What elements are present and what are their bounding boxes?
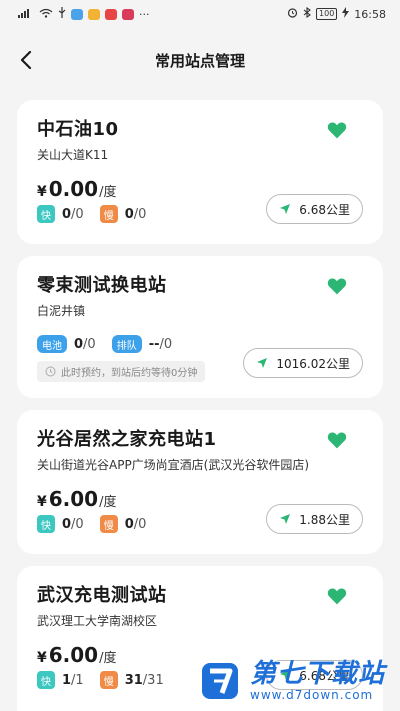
favorite-heart-icon[interactable] bbox=[327, 276, 347, 296]
queue-count: --/0 bbox=[148, 336, 173, 352]
bluetooth-icon bbox=[303, 6, 311, 21]
station-address: 武汉理工大学南湖校区 bbox=[37, 614, 158, 628]
price-currency: ¥ bbox=[37, 494, 47, 510]
page-title: 常用站点管理 bbox=[154, 51, 245, 70]
signal-icon bbox=[18, 8, 34, 21]
wifi-icon bbox=[39, 8, 53, 21]
battery-count: 0/0 bbox=[74, 336, 96, 352]
station-name: 光谷居然之家充电站1 bbox=[37, 429, 217, 450]
fast-charge-count: 1/1 bbox=[62, 672, 84, 688]
favorite-heart-icon[interactable] bbox=[327, 120, 347, 140]
slow-charge-tag: 慢 bbox=[99, 515, 118, 533]
app-notification-icon bbox=[88, 8, 100, 20]
favorite-heart-icon[interactable] bbox=[327, 430, 347, 450]
navigation-arrow-icon bbox=[280, 514, 291, 524]
fast-charge-tag: 快 bbox=[37, 671, 55, 689]
price-amount: 6.00 bbox=[48, 643, 99, 667]
price-unit: /度 bbox=[99, 495, 117, 510]
status-bar: ··· 100 16:58 bbox=[0, 0, 400, 28]
price-currency: ¥ bbox=[37, 650, 47, 666]
slow-charge-tag: 慢 bbox=[99, 671, 118, 689]
station-list: 中石油10 关山大道K11 ¥ 0.00 /度 快 0/0 慢 0/0 6.68… bbox=[0, 92, 400, 711]
slow-charge-tag: 慢 bbox=[99, 205, 118, 223]
distance-navigate-button[interactable]: 1.88公里 bbox=[266, 504, 363, 534]
app-notification-icon bbox=[71, 8, 83, 20]
battery-tag: 电池 bbox=[37, 335, 67, 353]
fast-charge-tag: 快 bbox=[37, 515, 55, 533]
navigation-arrow-icon bbox=[257, 358, 268, 368]
status-icons-left: ··· bbox=[18, 7, 150, 21]
slow-charge-count: 0/0 bbox=[124, 516, 147, 532]
price-amount: 6.00 bbox=[48, 487, 99, 511]
price-unit: /度 bbox=[99, 185, 117, 200]
app-notification-icon bbox=[122, 8, 134, 20]
slow-charge-count: 0/0 bbox=[124, 206, 147, 222]
station-address: 白泥井镇 bbox=[37, 304, 86, 318]
back-button[interactable] bbox=[14, 48, 38, 72]
price-amount: 0.00 bbox=[48, 177, 99, 201]
usb-icon bbox=[58, 7, 66, 21]
station-card[interactable]: 中石油10 关山大道K11 ¥ 0.00 /度 快 0/0 慢 0/0 6.68… bbox=[17, 100, 383, 244]
station-card[interactable]: 光谷居然之家充电站1 关山街道光谷APP广场尚宜酒店(武汉光谷软件园店) ¥ 6… bbox=[17, 410, 383, 554]
reservation-notice-text: 此时预约，到站后约等待0分钟 bbox=[61, 368, 198, 379]
favorite-heart-icon[interactable] bbox=[327, 586, 347, 606]
battery-icon: 100 bbox=[316, 8, 338, 20]
queue-tag: 排队 bbox=[111, 335, 142, 353]
distance-text: 6.68公里 bbox=[299, 202, 350, 217]
distance-navigate-button[interactable]: 6.68公里 bbox=[266, 194, 363, 224]
watermark: 第七下载站 www.d7down.com bbox=[200, 653, 392, 709]
station-name: 零束测试换电站 bbox=[37, 275, 167, 296]
watermark-url: www.d7down.com bbox=[250, 688, 374, 702]
fast-charge-count: 0/0 bbox=[62, 206, 84, 222]
station-address: 关山街道光谷APP广场尚宜酒店(武汉光谷软件园店) bbox=[37, 458, 310, 472]
clock-time: 16:58 bbox=[354, 7, 386, 21]
distance-text: 1.88公里 bbox=[299, 512, 350, 527]
status-icons-right: 100 16:58 bbox=[287, 6, 386, 21]
more-notifications-icon: ··· bbox=[139, 7, 150, 21]
station-card[interactable]: 零束测试换电站 白泥井镇 电池 0/0 排队 --/0 此时预约，到站后约等待0… bbox=[17, 256, 383, 398]
price-currency: ¥ bbox=[37, 184, 47, 200]
reservation-notice: 此时预约，到站后约等待0分钟 bbox=[37, 361, 206, 382]
station-name: 武汉充电测试站 bbox=[37, 585, 167, 606]
app-notification-icon bbox=[105, 8, 117, 20]
distance-text: 1016.02公里 bbox=[276, 356, 350, 371]
nav-bar: 常用站点管理 bbox=[0, 28, 400, 92]
slow-charge-count: 31/31 bbox=[124, 672, 164, 688]
watermark-logo-icon bbox=[202, 663, 238, 699]
watermark-title: 第七下载站 bbox=[250, 659, 386, 689]
navigation-arrow-icon bbox=[280, 204, 291, 214]
station-address: 关山大道K11 bbox=[37, 148, 109, 162]
station-name: 中石油10 bbox=[37, 119, 119, 140]
distance-navigate-button[interactable]: 1016.02公里 bbox=[243, 348, 363, 378]
charging-icon bbox=[342, 7, 350, 21]
chevron-left-icon bbox=[20, 51, 32, 69]
fast-charge-tag: 快 bbox=[37, 205, 55, 223]
fast-charge-count: 0/0 bbox=[62, 516, 84, 532]
price-unit: /度 bbox=[99, 651, 117, 666]
alarm-icon bbox=[287, 7, 298, 21]
clock-icon bbox=[45, 366, 56, 377]
